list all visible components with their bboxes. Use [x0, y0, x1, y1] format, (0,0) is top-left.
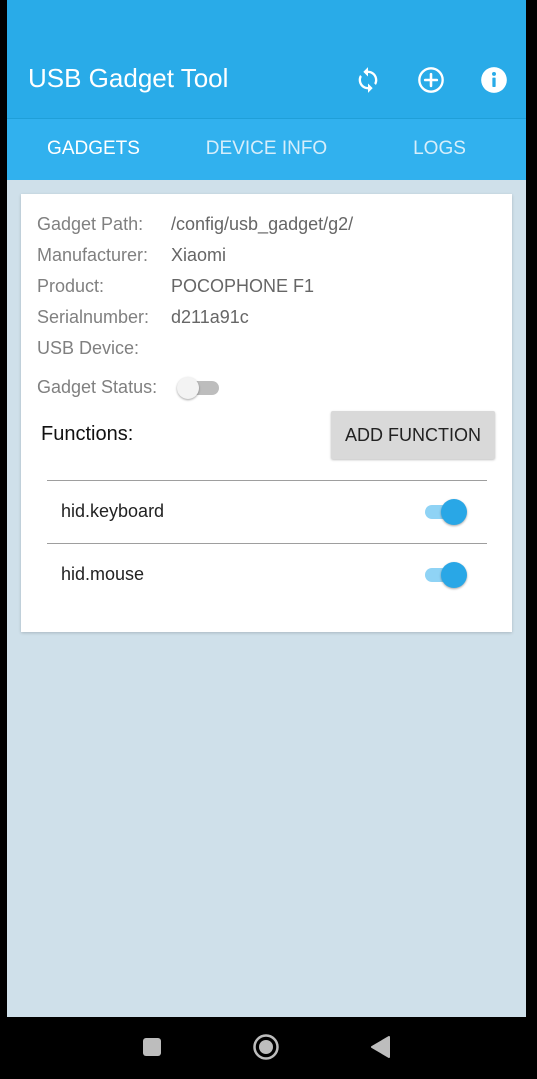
function-name: hid.mouse	[61, 564, 145, 584]
serialnumber-label: Serialnumber:	[37, 307, 150, 327]
product-value: POCOPHONE F1	[171, 276, 315, 296]
app-screen: USB Gadget Tool GADGETS DEVICE INFO LOGS…	[7, 0, 526, 1017]
home-circle-icon	[252, 1033, 280, 1066]
function-row-hid-mouse: hid.mouse	[47, 544, 487, 606]
back-button[interactable]	[366, 1035, 394, 1063]
gadget-status-label: Gadget Status:	[37, 377, 158, 397]
gadget-status-switch[interactable]	[177, 377, 219, 399]
function-row-hid-keyboard: hid.keyboard	[47, 481, 487, 543]
back-triangle-icon	[369, 1035, 391, 1064]
app-title: USB Gadget Tool	[28, 63, 229, 93]
tab-gadgets[interactable]: GADGETS	[7, 119, 180, 179]
function-switch-hid-keyboard[interactable]	[425, 499, 469, 525]
tab-bar: GADGETS DEVICE INFO LOGS	[7, 118, 526, 180]
functions-label: Functions:	[41, 423, 134, 445]
refresh-icon	[354, 66, 382, 94]
gadget-card: Gadget Path: /config/usb_gadget/g2/ Manu…	[21, 194, 512, 632]
manufacturer-label: Manufacturer:	[37, 245, 149, 265]
tab-device-info[interactable]: DEVICE INFO	[180, 119, 353, 179]
info-button[interactable]	[478, 64, 510, 96]
switch-thumb	[177, 377, 199, 399]
add-circle-icon	[417, 66, 445, 94]
usb-device-label: USB Device:	[37, 338, 140, 358]
app-bar: USB Gadget Tool	[7, 0, 526, 118]
add-gadget-button[interactable]	[415, 64, 447, 96]
tab-logs[interactable]: LOGS	[353, 119, 526, 179]
refresh-button[interactable]	[352, 64, 384, 96]
serialnumber-value: d211a91c	[171, 307, 249, 327]
add-function-button[interactable]: ADD FUNCTION	[331, 411, 495, 459]
switch-thumb	[441, 562, 467, 588]
recents-button[interactable]	[138, 1035, 166, 1063]
manufacturer-value: Xiaomi	[171, 245, 227, 265]
product-label: Product:	[37, 276, 105, 296]
info-icon	[480, 66, 508, 94]
switch-thumb	[441, 499, 467, 525]
home-button[interactable]	[252, 1033, 280, 1066]
function-name: hid.keyboard	[61, 501, 165, 521]
system-nav-bar	[0, 1017, 537, 1079]
function-switch-hid-mouse[interactable]	[425, 562, 469, 588]
gadget-path-label: Gadget Path:	[37, 214, 144, 234]
recents-square-icon	[142, 1037, 162, 1062]
gadget-path-value: /config/usb_gadget/g2/	[171, 214, 354, 234]
